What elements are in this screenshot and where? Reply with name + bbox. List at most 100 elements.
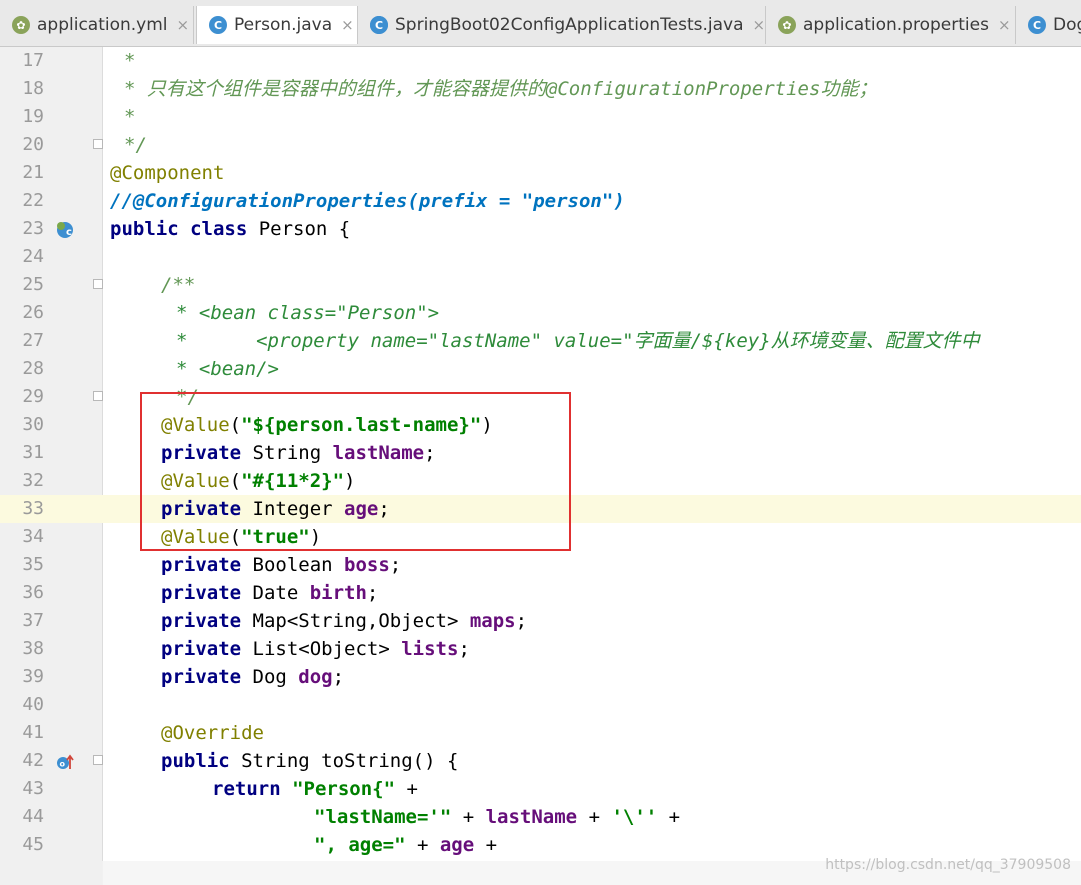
watermark: https://blog.csdn.net/qq_37909508	[825, 857, 1071, 873]
code-text: @Value("${person.last-name}")	[161, 414, 493, 436]
line-number: 30	[22, 414, 44, 435]
line-number: 40	[22, 694, 44, 715]
code-text: private Map<String,Object> maps;	[161, 610, 528, 632]
code-text: * <bean class="Person">	[176, 302, 440, 324]
code-line: 23 c public class Person {	[0, 215, 1081, 243]
code-line: 20 */	[0, 131, 1081, 159]
line-number: 32	[22, 470, 44, 491]
code-line: 28 * <bean/>	[0, 355, 1081, 383]
code-line: 40	[0, 691, 1081, 719]
code-text: *	[124, 106, 136, 128]
code-text: //@ConfigurationProperties(prefix = "per…	[110, 190, 625, 212]
code-line: 22 //@ConfigurationProperties(prefix = "…	[0, 187, 1081, 215]
close-icon[interactable]: ×	[341, 16, 354, 34]
fold-marker-icon[interactable]	[93, 139, 103, 149]
code-text: @Override	[161, 722, 264, 744]
line-number: 41	[22, 722, 44, 743]
spring-bean-class-icon[interactable]: c	[56, 221, 74, 239]
code-text: */	[124, 134, 147, 156]
code-text: */	[176, 386, 199, 408]
tab-label: application.yml	[37, 15, 168, 35]
code-line: 43 return "Person{" +	[0, 775, 1081, 803]
tab-label: application.properties	[803, 15, 989, 35]
code-text: @Value("#{11*2}")	[161, 470, 356, 492]
tab-person-java[interactable]: C Person.java ×	[196, 6, 358, 44]
code-line: 41 @Override	[0, 719, 1081, 747]
code-line: 38 private List<Object> lists;	[0, 635, 1081, 663]
line-number: 39	[22, 666, 44, 687]
code-editor[interactable]: 17 * 18 * 只有这个组件是容器中的组件，才能容器提供的@Configur…	[0, 47, 1081, 885]
code-text: ", age=" + age +	[314, 834, 498, 856]
code-line: 44 "lastName='" + lastName + '\'' +	[0, 803, 1081, 831]
line-number: 24	[22, 246, 44, 267]
close-icon[interactable]: ×	[177, 16, 190, 34]
code-text: * 只有这个组件是容器中的组件，才能容器提供的@ConfigurationPro…	[124, 78, 878, 100]
tab-application-properties[interactable]: ✿ application.properties ×	[766, 6, 1016, 44]
line-number: 20	[22, 134, 44, 155]
close-icon[interactable]: ×	[998, 16, 1011, 34]
code-text: * <bean/>	[176, 358, 279, 380]
line-number: 34	[22, 526, 44, 547]
spring-leaf-icon: ✿	[778, 16, 796, 34]
fold-marker-icon[interactable]	[93, 279, 103, 289]
close-icon[interactable]: ×	[753, 16, 766, 34]
fold-marker-icon[interactable]	[93, 755, 103, 765]
line-number: 36	[22, 582, 44, 603]
code-line: 30 @Value("${person.last-name}")	[0, 411, 1081, 439]
line-number: 18	[22, 78, 44, 99]
line-number: 17	[22, 50, 44, 71]
svg-text:c: c	[66, 227, 72, 238]
code-line: 36 private Date birth;	[0, 579, 1081, 607]
code-line: 34 @Value("true")	[0, 523, 1081, 551]
line-number: 29	[22, 386, 44, 407]
code-line: 21 @Component	[0, 159, 1081, 187]
code-text: private List<Object> lists;	[161, 638, 470, 660]
code-line: 17 *	[0, 47, 1081, 75]
override-method-icon[interactable]: o	[56, 753, 74, 771]
code-line: 29 */	[0, 383, 1081, 411]
line-number: 35	[22, 554, 44, 575]
code-line: 27 * <property name="lastName" value="字面…	[0, 327, 1081, 355]
line-number: 43	[22, 778, 44, 799]
code-text: "lastName='" + lastName + '\'' +	[314, 806, 681, 828]
tab-springboot02-tests[interactable]: C SpringBoot02ConfigApplicationTests.jav…	[358, 6, 766, 44]
spring-leaf-icon: ✿	[12, 16, 30, 34]
tab-dog[interactable]: C Dog	[1016, 6, 1081, 44]
tab-label: Person.java	[234, 15, 333, 35]
tab-application-yml[interactable]: ✿ application.yml ×	[0, 6, 194, 44]
java-class-icon: C	[209, 16, 227, 34]
code-line: 26 * <bean class="Person">	[0, 299, 1081, 327]
line-number: 37	[22, 610, 44, 631]
java-class-icon: C	[1028, 16, 1046, 34]
code-text: private Boolean boss;	[161, 554, 402, 576]
line-number: 21	[22, 162, 44, 183]
line-number: 44	[22, 806, 44, 827]
code-text: private Integer age;	[161, 498, 390, 520]
line-number: 22	[22, 190, 44, 211]
code-text: @Value("true")	[161, 526, 322, 548]
line-number: 38	[22, 638, 44, 659]
line-number: 19	[22, 106, 44, 127]
line-number: 25	[22, 274, 44, 295]
code-line: 39 private Dog dog;	[0, 663, 1081, 691]
code-line: 18 * 只有这个组件是容器中的组件，才能容器提供的@Configuration…	[0, 75, 1081, 103]
code-text: *	[124, 50, 136, 72]
line-number: 42	[22, 750, 44, 771]
line-number: 27	[22, 330, 44, 351]
code-text: public class Person {	[110, 218, 351, 240]
code-text: private String lastName;	[161, 442, 436, 464]
current-code-line: 33 private Integer age;	[0, 495, 1081, 523]
line-number: 33	[22, 498, 44, 519]
code-text: private Dog dog;	[161, 666, 345, 688]
java-test-class-icon: C	[370, 16, 388, 34]
code-line: 24	[0, 243, 1081, 271]
code-line: 19 *	[0, 103, 1081, 131]
fold-marker-icon[interactable]	[93, 391, 103, 401]
code-text: private Date birth;	[161, 582, 379, 604]
code-line: 31 private String lastName;	[0, 439, 1081, 467]
editor-tab-bar: ✿ application.yml × C Person.java × C Sp…	[0, 0, 1081, 47]
tab-label: SpringBoot02ConfigApplicationTests.java	[395, 15, 744, 35]
code-line: 32 @Value("#{11*2}")	[0, 467, 1081, 495]
code-line: 25 /**	[0, 271, 1081, 299]
code-text: @Component	[110, 162, 225, 184]
